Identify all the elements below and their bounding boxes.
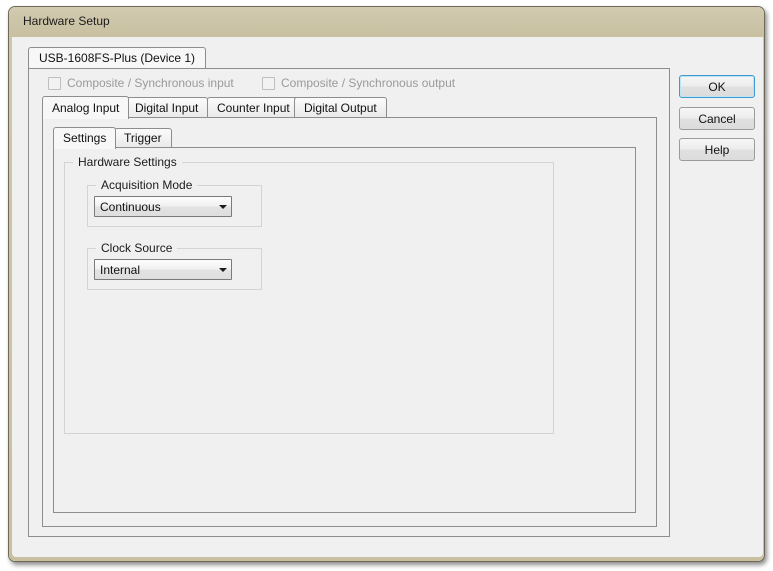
cancel-button[interactable]: Cancel xyxy=(679,107,755,130)
composite-synchronous-output-label: Composite / Synchronous output xyxy=(281,76,456,90)
settings-panel: Hardware Settings Acquisition Mode Conti… xyxy=(53,147,636,513)
tab-counter-input-label: Counter Input xyxy=(217,101,290,115)
checkbox-box-icon xyxy=(262,76,275,90)
device-tab-control: USB-1608FS-Plus (Device 1) Composite / S… xyxy=(28,47,670,537)
screenshot-root: Hardware Setup USB-1608FS-Plus (Device 1… xyxy=(0,0,773,571)
tab-analog-input-label: Analog Input xyxy=(52,101,120,115)
hardware-settings-group-title: Hardware Settings xyxy=(73,155,182,169)
tab-trigger[interactable]: Trigger xyxy=(114,128,172,148)
tab-digital-input-label: Digital Input xyxy=(135,101,199,115)
chevron-down-icon[interactable] xyxy=(214,197,231,216)
clock-source-combobox[interactable]: Internal xyxy=(94,259,232,280)
help-button[interactable]: Help xyxy=(679,138,755,161)
analog-input-panel: Settings Trigger Hardware Settings Acqui… xyxy=(42,117,657,527)
acquisition-mode-combobox[interactable]: Continuous xyxy=(94,196,232,217)
acquisition-mode-group-title: Acquisition Mode xyxy=(96,178,198,192)
chevron-down-icon[interactable] xyxy=(214,260,231,279)
composite-synchronous-output-checkbox: Composite / Synchronous output xyxy=(262,76,455,90)
acquisition-mode-group: Acquisition Mode Continuous xyxy=(87,178,262,227)
device-tab-panel: Composite / Synchronous input Composite … xyxy=(28,68,670,537)
tab-analog-input[interactable]: Analog Input xyxy=(42,96,130,119)
tab-trigger-label: Trigger xyxy=(124,131,162,145)
tab-counter-input[interactable]: Counter Input xyxy=(207,97,300,118)
composite-synchronous-input-label: Composite / Synchronous input xyxy=(67,76,234,90)
clock-source-value: Internal xyxy=(100,262,141,277)
checkbox-box-icon xyxy=(48,76,61,90)
acquisition-mode-value: Continuous xyxy=(100,199,161,214)
device-tab-usb-1608fs-plus[interactable]: USB-1608FS-Plus (Device 1) xyxy=(28,47,207,69)
tab-settings[interactable]: Settings xyxy=(53,127,117,149)
analog-input-sub-tab-control: Settings Trigger Hardware Settings Acqui… xyxy=(53,127,636,513)
composite-options-row: Composite / Synchronous input Composite … xyxy=(29,69,669,97)
ok-button[interactable]: OK xyxy=(679,75,755,98)
function-tab-control: Analog Input Digital Input Counter Input… xyxy=(42,96,657,527)
tab-settings-label: Settings xyxy=(63,131,107,145)
ok-button-label: OK xyxy=(708,79,726,94)
tab-digital-output-label: Digital Output xyxy=(304,101,377,115)
help-button-label: Help xyxy=(704,142,730,157)
device-tab-strip: USB-1608FS-Plus (Device 1) xyxy=(28,47,670,69)
window-title: Hardware Setup xyxy=(23,14,110,28)
title-bar[interactable]: Hardware Setup xyxy=(9,7,764,37)
cancel-button-label: Cancel xyxy=(698,111,736,126)
clock-source-group: Clock Source Internal xyxy=(87,241,262,290)
composite-synchronous-input-checkbox: Composite / Synchronous input xyxy=(48,76,234,90)
device-tab-label: USB-1608FS-Plus (Device 1) xyxy=(39,51,196,65)
hardware-settings-group: Hardware Settings Acquisition Mode Conti… xyxy=(64,155,554,434)
tab-digital-input[interactable]: Digital Input xyxy=(125,97,209,118)
clock-source-group-title: Clock Source xyxy=(96,241,178,255)
hardware-setup-window: Hardware Setup USB-1608FS-Plus (Device 1… xyxy=(8,6,765,562)
dialog-client-area: USB-1608FS-Plus (Device 1) Composite / S… xyxy=(12,37,763,557)
tab-digital-output[interactable]: Digital Output xyxy=(294,97,387,118)
